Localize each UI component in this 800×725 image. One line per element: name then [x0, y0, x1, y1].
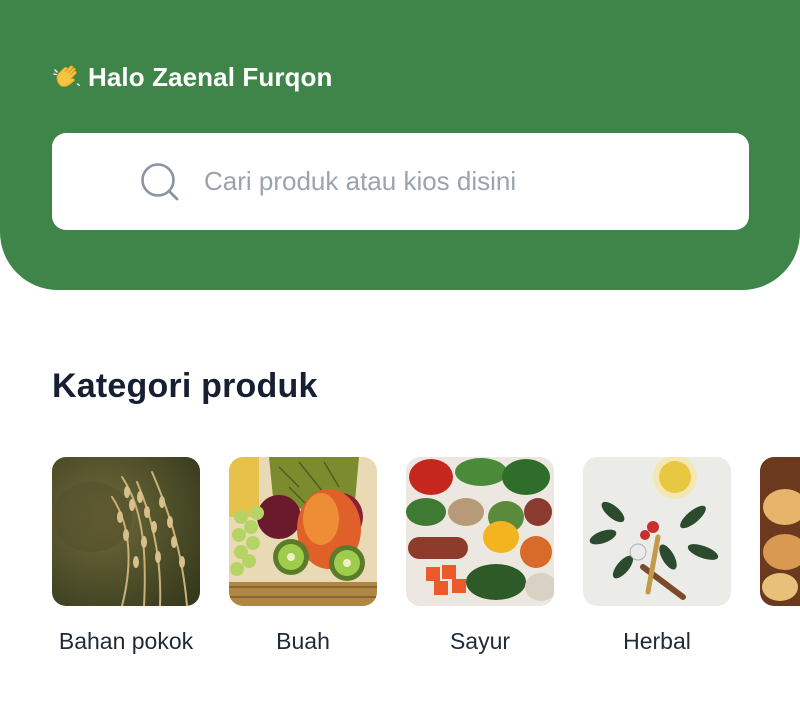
category-herbal[interactable]: Herbal — [583, 457, 731, 655]
category-sayur[interactable]: Sayur — [406, 457, 554, 655]
fruit-basket-image — [229, 457, 377, 606]
vegetables-image — [406, 457, 554, 606]
search-icon — [141, 162, 179, 200]
category-label: Bahan pokok — [58, 628, 194, 654]
rice-stalks-image — [52, 457, 200, 606]
header: Halo Zaenal Furqon — [0, 0, 800, 290]
herbal-image — [583, 457, 731, 606]
greeting: Halo Zaenal Furqon — [52, 60, 332, 94]
category-buah[interactable]: Buah — [229, 457, 377, 655]
search-input[interactable] — [204, 166, 704, 197]
category-label: Sayur — [449, 628, 511, 654]
section-title: Kategori produk — [52, 367, 318, 405]
waving-hand-icon — [53, 65, 81, 87]
category-partial[interactable] — [760, 457, 800, 628]
search-bar[interactable] — [52, 133, 749, 230]
category-label: Buah — [276, 628, 330, 654]
category-list: Bahan pokok Buah Sayur Herbal — [52, 457, 800, 677]
bread-image — [760, 457, 800, 606]
category-bahan-pokok[interactable]: Bahan pokok — [52, 457, 200, 655]
category-label: Herbal — [623, 628, 691, 654]
greeting-text: Halo Zaenal Furqon — [88, 61, 333, 92]
